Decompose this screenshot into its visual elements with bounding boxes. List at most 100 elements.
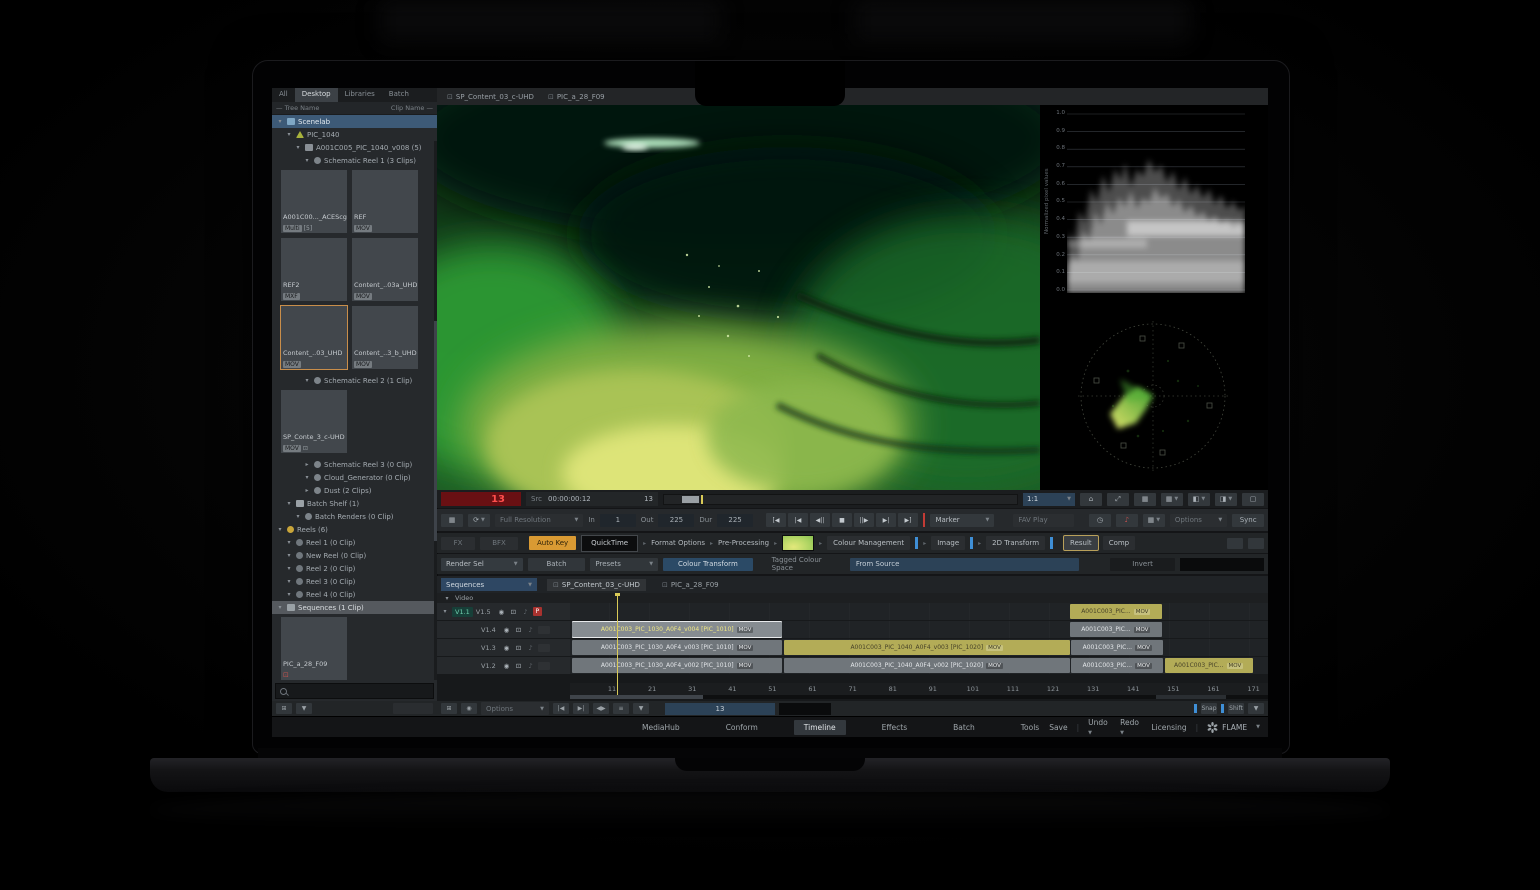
tree-item[interactable]: ▾ A001C005_PIC_1040_v008 (5) (272, 141, 437, 154)
media-panel-tab[interactable]: Batch (382, 88, 416, 102)
module-tab[interactable]: Conform (716, 720, 768, 735)
out-field[interactable]: 225 (658, 514, 694, 527)
disclosure-icon[interactable]: ▾ (285, 131, 293, 138)
scrub-playhead[interactable] (701, 495, 703, 504)
result-button[interactable]: Result (1064, 536, 1098, 550)
tree-item[interactable]: ▾ Batch Shelf (1) (272, 497, 437, 510)
module-tab[interactable]: Effects (872, 720, 918, 735)
marker-menu[interactable]: Marker▼ (930, 514, 994, 527)
sync-icon[interactable]: ⟳▼ (468, 514, 490, 527)
disclosure-icon[interactable]: ▾ (276, 526, 284, 533)
viewer-option-button[interactable]: ⌂ (1080, 493, 1102, 506)
disclosure-icon[interactable]: ▾ (303, 157, 311, 164)
disclosure-icon[interactable]: ▾ (294, 513, 302, 520)
sequence-tab[interactable]: ⊡ PIC_a_28_F09 (656, 579, 725, 591)
preprocessing-step[interactable]: Pre-Processing (718, 539, 769, 547)
disclosure-icon[interactable]: ▸ (303, 461, 311, 468)
disclosure-icon[interactable]: ▾ (285, 591, 293, 598)
sync-button[interactable]: Sync (1232, 514, 1264, 527)
timeline-clip[interactable]: A001C003_PIC_1040_A0F4_v003 [PIC_1020] M… (784, 640, 1070, 655)
video-group-header[interactable]: ▾ Video (437, 593, 1268, 603)
audio-mute-icon[interactable]: ♪ (1116, 514, 1138, 527)
disclosure-icon[interactable]: ▾ (441, 608, 449, 615)
tree-name-header[interactable]: — Tree Name (276, 104, 319, 112)
audio-icon[interactable]: ♪ (526, 626, 535, 634)
disclosure-icon[interactable]: ▾ (443, 595, 451, 602)
format-options-step[interactable]: Format Options (651, 539, 705, 547)
track-header[interactable]: V1.2 ◉ ⊡ ♪ (437, 657, 570, 675)
grid-icon[interactable]: ▦ (441, 514, 463, 527)
clip-thumbnail[interactable]: REF2 MXF (281, 238, 347, 301)
current-frame-field[interactable]: 13 (665, 703, 775, 715)
view-options-caret[interactable]: ▼ (296, 703, 312, 714)
pipeline-extra-button[interactable] (1248, 538, 1264, 549)
audio-icon[interactable]: ♪ (526, 644, 535, 652)
module-tab[interactable]: Batch (943, 720, 985, 735)
tagged-colour-space-value[interactable]: From Source (850, 558, 1079, 571)
tree-item[interactable]: ▾ Cloud_Generator (0 Clip) (272, 471, 437, 484)
lock-icon[interactable]: ⊡ (514, 626, 523, 634)
panel-option-button[interactable] (393, 703, 433, 714)
track-header[interactable]: V1.4 ◉ ⊡ ♪ (437, 621, 570, 639)
disclosure-icon[interactable]: ▾ (303, 474, 311, 481)
tree-item[interactable]: ▾ Reels (6) (272, 523, 437, 536)
save-button[interactable]: Save (1049, 723, 1067, 732)
lock-icon[interactable]: ⊡ (514, 644, 523, 652)
render-sel-menu[interactable]: Render Sel▼ (441, 558, 523, 571)
audio-icon[interactable]: ♪ (526, 662, 535, 670)
viewer-clip-tab[interactable]: ⊡ PIC_a_28_F09 (548, 93, 605, 101)
tree-item[interactable]: ▾ New Reel (0 Clip) (272, 549, 437, 562)
track-option-stub[interactable] (538, 626, 550, 634)
video-viewport[interactable] (437, 105, 1040, 490)
fx-button[interactable]: FX (441, 537, 475, 550)
tree-item[interactable]: ▾ Schematic Reel 2 (1 Clip) (272, 374, 437, 387)
colour-management-step[interactable]: Colour Management (827, 536, 910, 550)
toolbar-caret[interactable]: ▼ (1248, 703, 1264, 714)
transport-button[interactable]: ||▶ (854, 513, 874, 527)
tree-item[interactable]: ▾ Reel 2 (0 Clip) (272, 562, 437, 575)
clip-thumbnail[interactable]: REF MOV (352, 170, 418, 233)
presets-menu[interactable]: Presets▼ (590, 558, 658, 571)
tree-item[interactable]: ▸ Schematic Reel 3 (0 Clip) (272, 458, 437, 471)
shift-button[interactable]: Shift (1228, 703, 1244, 714)
sequences-menu[interactable]: Sequences▼ (441, 578, 537, 591)
eye-icon[interactable]: ◉ (497, 608, 506, 616)
licensing-button[interactable]: Licensing (1151, 723, 1186, 732)
pipeline-extra-button[interactable] (1227, 538, 1243, 549)
clip-thumbnail[interactable]: Content_..03_UHD MOV (281, 306, 347, 369)
timeline-clip[interactable]: A001C003_PIC_1030_A0F4_v003 [PIC_1010] M… (572, 640, 782, 655)
eye-icon[interactable]: ◉ (502, 662, 511, 670)
viewer-option-button[interactable]: ⤢ (1107, 493, 1129, 506)
viewer-option-button[interactable]: ▢ (1242, 493, 1264, 506)
disclosure-icon[interactable]: ▾ (285, 565, 293, 572)
options-menu[interactable]: Options▼ (1170, 514, 1227, 527)
track-header[interactable]: V1.3 ◉ ⊡ ♪ (437, 639, 570, 657)
transport-button[interactable]: ◀|| (810, 513, 830, 527)
viewer-clip-tab[interactable]: ⊡ SP_Content_03_c-UHD (447, 93, 534, 101)
disclosure-icon[interactable]: ▾ (276, 118, 284, 125)
colour-field[interactable] (1180, 558, 1264, 571)
track-content[interactable]: A001C003_PIC_1030_A0F4_v003 [PIC_1010] M… (570, 639, 1268, 657)
brand-menu-caret[interactable]: ▼ (1256, 724, 1260, 730)
transport-button[interactable]: ▶| (876, 513, 896, 527)
tool-caret[interactable]: ▼ (633, 703, 649, 714)
primary-track-badge[interactable]: V1.1 (452, 607, 473, 617)
timeline-clip[interactable]: A001C003_PIC_1030_A0F4_v002 [PIC_1010] M… (572, 658, 782, 673)
grid-icon[interactable]: ⊞ (441, 703, 457, 714)
viewer-zoom-select[interactable]: 1:1 ▼ (1023, 493, 1075, 506)
tree-item[interactable]: ▾ PIC_1040 (272, 128, 437, 141)
batch-button[interactable]: Batch (528, 558, 586, 571)
snap-button[interactable]: Snap (1201, 703, 1217, 714)
codec-tab[interactable]: QuickTime (581, 535, 638, 552)
transport-button[interactable]: |◀ (788, 513, 808, 527)
disclosure-icon[interactable]: ▾ (285, 539, 293, 546)
transport-button[interactable]: ■ (832, 513, 852, 527)
tree-item[interactable]: ▸ Dust (2 Clips) (272, 484, 437, 497)
disclosure-icon[interactable]: ▾ (303, 377, 311, 384)
tree-item[interactable]: ▾ Reel 1 (0 Clip) (272, 536, 437, 549)
transform-2d-step[interactable]: 2D Transform (986, 536, 1045, 550)
trim-tool-button[interactable]: ◀▶ (593, 703, 609, 714)
undo-button[interactable]: Undo ▼ (1088, 718, 1111, 736)
timeline-clip[interactable]: A001C003_PIC_1030_A0F4_v004 [PIC_1010] M… (572, 622, 782, 637)
image-step[interactable]: Image (931, 536, 965, 550)
